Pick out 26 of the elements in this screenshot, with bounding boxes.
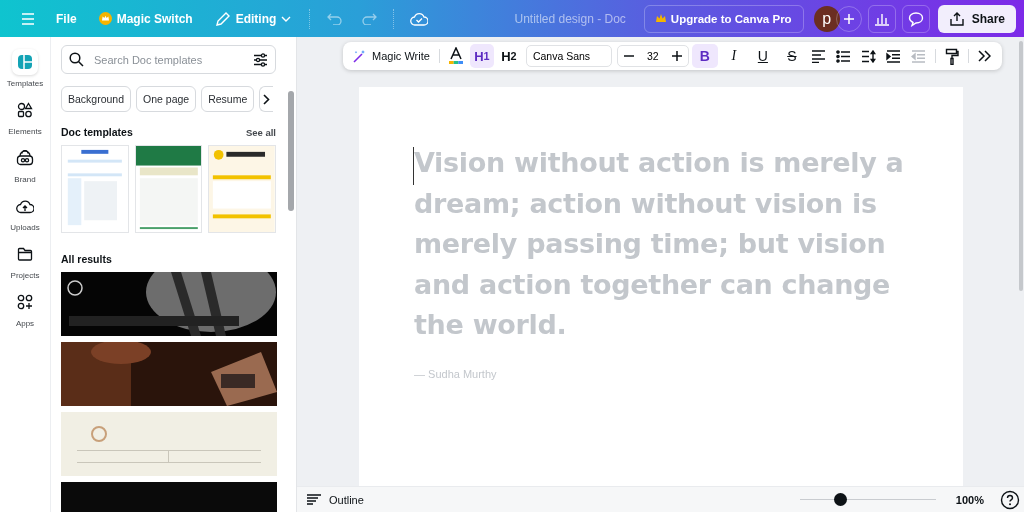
upgrade-button[interactable]: Upgrade to Canva Pro bbox=[643, 4, 804, 33]
font-field[interactable]: Canva Sans bbox=[525, 45, 612, 67]
format-button[interactable]: U bbox=[749, 44, 776, 68]
zoom-percentage[interactable]: 100% bbox=[955, 493, 984, 506]
magic-write-button[interactable]: Magic Write bbox=[349, 44, 434, 68]
category-chip[interactable]: One page bbox=[136, 86, 197, 112]
sidebar-tab[interactable]: Uploads bbox=[1, 193, 49, 232]
format-button[interactable]: I bbox=[720, 44, 747, 68]
share-button[interactable]: Share bbox=[937, 4, 1016, 33]
section-title: All results bbox=[61, 253, 113, 265]
search-bar[interactable]: Search Doc templates bbox=[61, 45, 276, 74]
sidebar-tab[interactable]: Elements bbox=[1, 97, 49, 136]
format-button[interactable]: B bbox=[691, 44, 718, 68]
sidebar-tab[interactable]: Templates bbox=[1, 49, 49, 88]
user-avatar[interactable]: p bbox=[813, 5, 840, 32]
font-size-value[interactable]: 32 bbox=[647, 50, 659, 62]
outline-button[interactable]: Outline bbox=[307, 493, 364, 506]
section-title: Doc templates bbox=[61, 126, 133, 138]
format-button[interactable]: S bbox=[778, 44, 805, 68]
category-chip[interactable]: Background bbox=[61, 86, 132, 112]
font-size-field[interactable]: 32 bbox=[616, 45, 689, 67]
sidebar-tab[interactable]: Brand bbox=[1, 145, 49, 184]
sidebar-tab[interactable]: Projects bbox=[1, 241, 49, 280]
see-all-link[interactable]: See all bbox=[245, 126, 276, 138]
sidebar-tab[interactable]: Apps bbox=[1, 289, 49, 328]
category-chip[interactable]: Resume bbox=[201, 86, 255, 112]
